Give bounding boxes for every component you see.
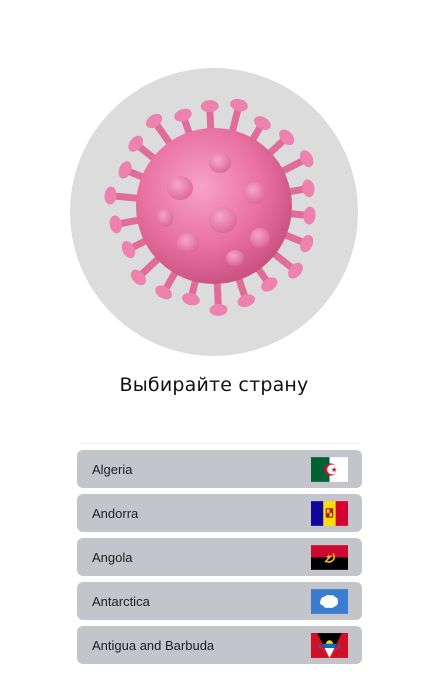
- country-list: Algeria Andorra Angola Antarctica Antigu…: [77, 450, 362, 670]
- country-name: Andorra: [92, 505, 139, 521]
- country-row-antigua-and-barbuda[interactable]: Antigua and Barbuda: [77, 626, 362, 664]
- page-title: Выбирайте страну: [119, 374, 309, 396]
- country-row-angola[interactable]: Angola: [77, 538, 362, 576]
- country-name: Algeria: [92, 461, 133, 477]
- angola-flag-icon: [311, 544, 348, 570]
- algeria-flag-icon: [311, 456, 348, 482]
- country-row-algeria[interactable]: Algeria: [77, 450, 362, 488]
- andorra-flag-icon: [311, 500, 348, 526]
- virus-icon: [104, 98, 316, 316]
- country-name: Angola: [92, 549, 133, 565]
- country-name: Antigua and Barbuda: [92, 637, 215, 653]
- country-name: Antarctica: [92, 593, 150, 609]
- divider: [82, 443, 358, 444]
- antigua-barbuda-flag-icon: [311, 632, 348, 658]
- hero-image-circle: [70, 68, 358, 356]
- country-row-antarctica[interactable]: Antarctica: [77, 582, 362, 620]
- antarctica-flag-icon: [311, 588, 348, 614]
- country-row-andorra[interactable]: Andorra: [77, 494, 362, 532]
